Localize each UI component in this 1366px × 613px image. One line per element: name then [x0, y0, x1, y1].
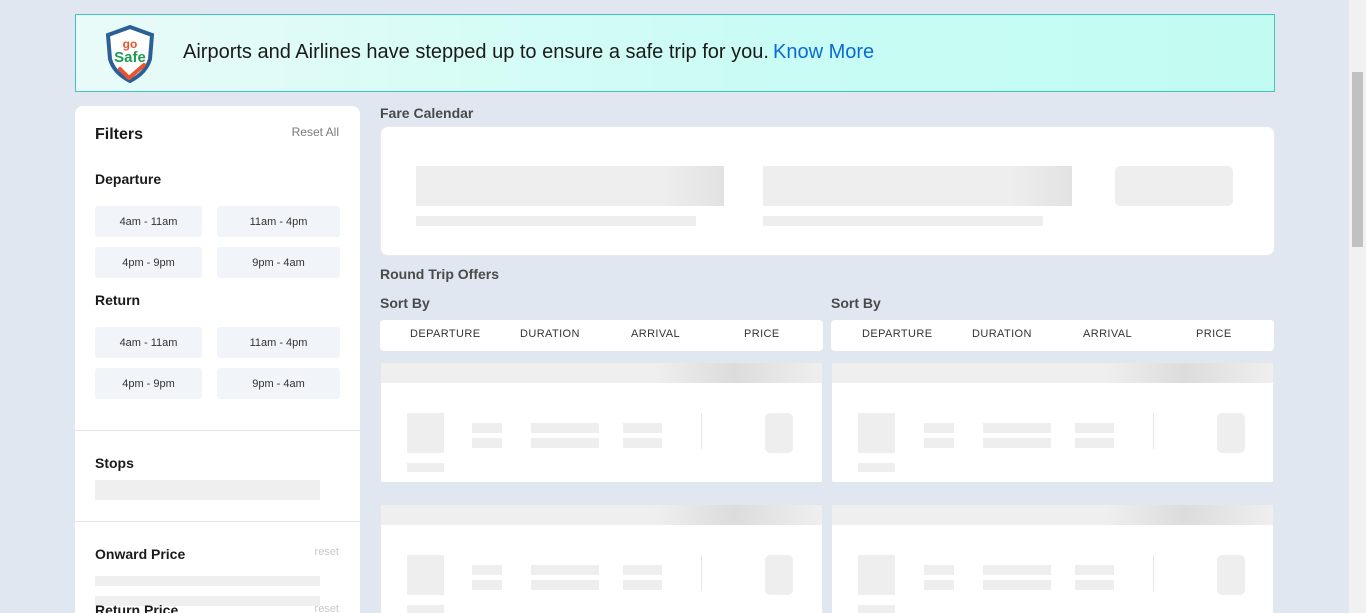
- round-trip-title: Round Trip Offers: [380, 266, 499, 282]
- onward-sort-duration[interactable]: DURATION: [520, 328, 580, 340]
- onward-price-reset[interactable]: reset: [315, 546, 339, 558]
- card-skeleton-strip: [832, 505, 1273, 525]
- return-slot-night[interactable]: 9pm - 4am: [217, 368, 340, 399]
- arrival-skeleton: [623, 565, 662, 575]
- onward-sort-label: Sort By: [380, 295, 430, 311]
- fare-skeleton-line: [416, 216, 696, 226]
- fare-skeleton-line: [763, 216, 1043, 226]
- logo-text-bottom: Safe: [114, 49, 146, 66]
- stops-title: Stops: [95, 455, 134, 471]
- duration-skeleton: [983, 580, 1051, 590]
- banner-message: Airports and Airlines have stepped up to…: [183, 41, 769, 63]
- return-slot-afternoon[interactable]: 11am - 4pm: [217, 327, 340, 358]
- airline-name-skeleton: [407, 605, 444, 613]
- arrival-skeleton: [623, 580, 662, 590]
- price-skeleton: [1217, 413, 1245, 453]
- filters-title: Filters: [95, 126, 144, 143]
- onward-sort-bar: DEPARTURE DURATION ARRIVAL PRICE: [380, 320, 823, 351]
- price-skeleton: [765, 555, 793, 595]
- onward-sort-departure[interactable]: DEPARTURE: [410, 328, 480, 340]
- arrival-skeleton: [1075, 580, 1114, 590]
- time-skeleton: [924, 423, 954, 433]
- fare-skeleton-button: [1115, 166, 1233, 206]
- return-price-reset[interactable]: reset: [315, 603, 339, 613]
- page-scrollbar[interactable]: [1349, 0, 1366, 613]
- time-skeleton: [924, 565, 954, 575]
- onward-sort-arrival[interactable]: ARRIVAL: [631, 328, 680, 340]
- fare-calendar-title: Fare Calendar: [380, 105, 474, 121]
- card-skeleton-strip: [381, 363, 822, 383]
- departure-slot-night[interactable]: 9pm - 4am: [217, 247, 340, 278]
- airline-logo-skeleton: [407, 555, 444, 595]
- return-title: Return: [95, 292, 141, 308]
- flight-card-skeleton: [831, 504, 1274, 613]
- duration-skeleton: [531, 565, 599, 575]
- time-skeleton: [472, 423, 502, 433]
- flight-card-skeleton: [380, 504, 823, 613]
- fare-calendar-card: [380, 126, 1275, 256]
- filters-divider: [75, 521, 360, 522]
- card-divider: [1153, 413, 1154, 449]
- arrival-skeleton: [1075, 565, 1114, 575]
- airline-name-skeleton: [858, 463, 895, 472]
- departure-slot-evening[interactable]: 4pm - 9pm: [95, 247, 202, 278]
- departure-slot-morning[interactable]: 4am - 11am: [95, 206, 202, 237]
- duration-skeleton: [531, 580, 599, 590]
- airline-logo-skeleton: [858, 413, 895, 453]
- card-divider: [1153, 555, 1154, 591]
- card-skeleton-strip: [381, 505, 822, 525]
- onward-price-skeleton: [95, 576, 320, 586]
- airline-logo-skeleton: [858, 555, 895, 595]
- departure-slot-afternoon[interactable]: 11am - 4pm: [217, 206, 340, 237]
- duration-skeleton: [531, 438, 599, 448]
- return-sort-departure[interactable]: DEPARTURE: [862, 328, 932, 340]
- return-sort-label: Sort By: [831, 295, 881, 311]
- price-skeleton: [1217, 555, 1245, 595]
- return-sort-price[interactable]: PRICE: [1196, 328, 1232, 340]
- filters-divider: [75, 430, 360, 431]
- duration-skeleton: [983, 423, 1051, 433]
- return-sort-bar: DEPARTURE DURATION ARRIVAL PRICE: [831, 320, 1274, 351]
- duration-skeleton: [983, 565, 1051, 575]
- return-slot-morning[interactable]: 4am - 11am: [95, 327, 202, 358]
- time-skeleton: [472, 580, 502, 590]
- arrival-skeleton: [1075, 438, 1114, 448]
- filters-panel: Filters Reset All Departure 4am - 11am 1…: [75, 106, 360, 613]
- onward-sort-price[interactable]: PRICE: [744, 328, 780, 340]
- return-slot-evening[interactable]: 4pm - 9pm: [95, 368, 202, 399]
- arrival-skeleton: [1075, 423, 1114, 433]
- duration-skeleton: [983, 438, 1051, 448]
- fare-skeleton-block: [416, 166, 724, 206]
- departure-title: Departure: [95, 171, 162, 187]
- card-skeleton-strip: [832, 363, 1273, 383]
- card-divider: [701, 555, 702, 591]
- time-skeleton: [924, 580, 954, 590]
- flight-card-skeleton: [831, 362, 1274, 483]
- fare-skeleton-block: [763, 166, 1072, 206]
- return-price-title: Return Price: [95, 602, 179, 613]
- time-skeleton: [472, 565, 502, 575]
- onward-price-title: Onward Price: [95, 546, 186, 562]
- know-more-link[interactable]: Know More: [773, 41, 874, 64]
- gosafe-shield-icon: go Safe: [105, 25, 155, 83]
- airline-logo-skeleton: [407, 413, 444, 453]
- reset-all-button[interactable]: Reset All: [292, 125, 339, 139]
- duration-skeleton: [531, 423, 599, 433]
- time-skeleton: [472, 438, 502, 448]
- gosafe-banner: go Safe Airports and Airlines have stepp…: [75, 14, 1275, 92]
- time-skeleton: [924, 438, 954, 448]
- airline-name-skeleton: [407, 463, 444, 472]
- card-divider: [701, 413, 702, 449]
- return-sort-arrival[interactable]: ARRIVAL: [1083, 328, 1132, 340]
- return-sort-duration[interactable]: DURATION: [972, 328, 1032, 340]
- arrival-skeleton: [623, 438, 662, 448]
- scrollbar-thumb[interactable]: [1352, 72, 1363, 247]
- flight-card-skeleton: [380, 362, 823, 483]
- price-skeleton: [765, 413, 793, 453]
- airline-name-skeleton: [858, 605, 895, 613]
- stops-skeleton: [95, 480, 320, 500]
- arrival-skeleton: [623, 423, 662, 433]
